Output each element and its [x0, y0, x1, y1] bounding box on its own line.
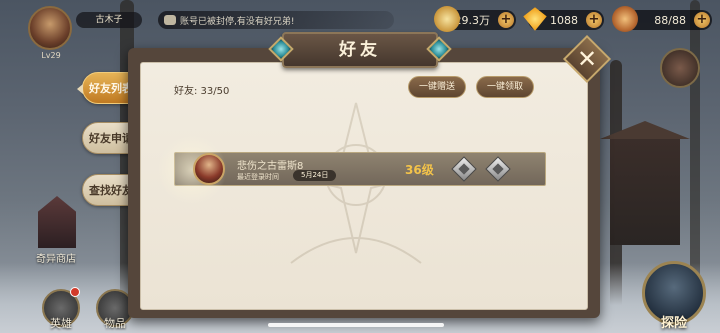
stamina-resource: 88/88 +: [612, 6, 712, 32]
add-gem-button[interactable]: +: [586, 12, 602, 28]
friend-count: 好友: 33/50: [174, 86, 230, 97]
friend-avatar[interactable]: [193, 153, 225, 185]
tab-friend-requests-label: 好友申请: [89, 132, 133, 145]
shop-label: 奇异商店: [36, 254, 76, 265]
chat-bubble-icon: [164, 15, 176, 25]
friend-name: 悲伤之古雷斯8: [237, 161, 304, 172]
explore-button[interactable]: 探险: [636, 257, 712, 333]
explore-label: 探险: [660, 316, 687, 331]
gold-coin-icon: [434, 6, 460, 32]
send-all-button[interactable]: 一键赠送: [408, 76, 466, 98]
emblem-watermark-icon: [280, 102, 432, 264]
strange-shop[interactable]: 奇异商店: [30, 190, 80, 270]
player-avatar[interactable]: [28, 6, 72, 50]
receive-all-button[interactable]: 一键领取: [476, 76, 534, 98]
friend-list-item[interactable]: 悲伤之古雷斯8 最近登录时间 5月24日 36级: [157, 135, 546, 205]
add-stamina-button[interactable]: +: [694, 12, 710, 28]
gold-resource: 29.3万 +: [434, 6, 516, 32]
add-gold-button[interactable]: +: [498, 12, 514, 28]
chat-button[interactable]: [485, 156, 511, 182]
right-hero-portrait[interactable]: [660, 48, 700, 88]
stamina-icon: [612, 6, 638, 32]
player-name: 古木子: [76, 12, 142, 28]
shop-building-icon: [38, 196, 76, 248]
panel-title: 好友: [339, 40, 381, 60]
panel-title-banner: 好友: [268, 32, 452, 68]
last-login-date: 5月24日: [293, 170, 337, 181]
chat-message: 账号已被封停,有没有好兄弟!: [180, 16, 295, 27]
tab-friend-list-label: 好友列表: [89, 82, 133, 95]
gem-resource: 1088 +: [523, 7, 604, 31]
tab-pointer-icon: [77, 84, 83, 94]
friend-level: 36级: [405, 163, 434, 177]
home-indicator[interactable]: [268, 323, 444, 327]
heroes-button[interactable]: 英雄: [38, 287, 84, 333]
close-icon: ✕: [576, 45, 598, 73]
tab-find-friends-label: 查找好友: [89, 184, 133, 197]
gift-button[interactable]: [451, 156, 477, 182]
last-login-label: 最近登录时间: [237, 173, 279, 181]
player-level: Lv29: [41, 51, 61, 60]
chat-ticker[interactable]: 账号已被封停,有没有好兄弟!: [158, 11, 394, 29]
heroes-label: 英雄: [50, 317, 72, 330]
notification-dot: [70, 287, 80, 297]
